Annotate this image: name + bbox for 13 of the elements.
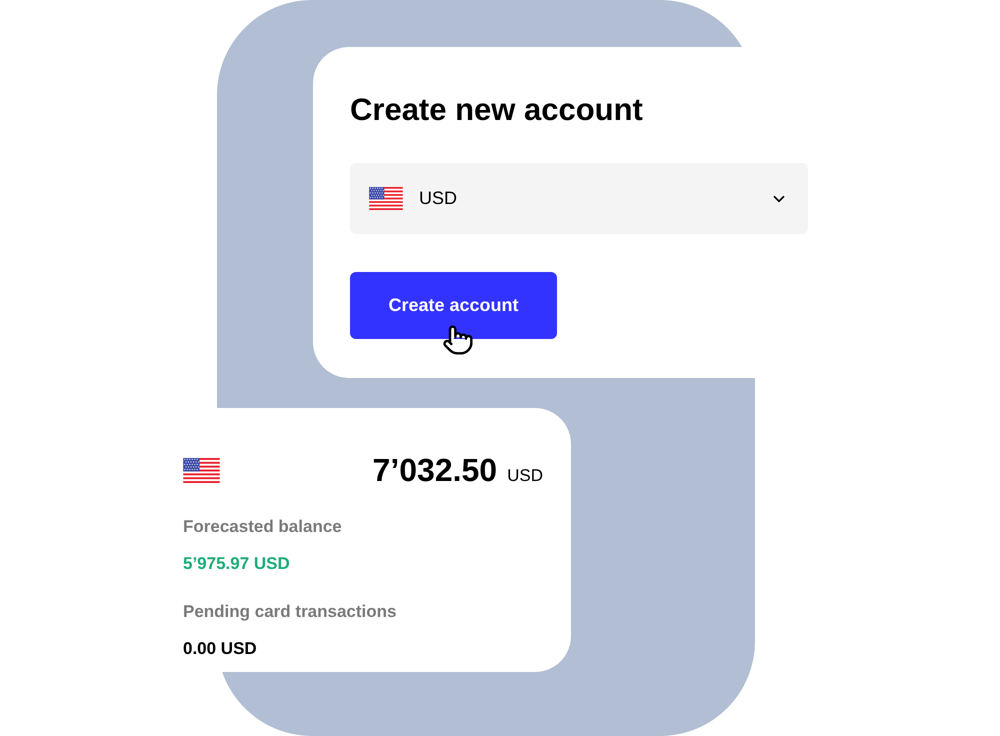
forecast-value: 5’975.97 USD <box>183 552 290 574</box>
currency-select[interactable]: USD <box>350 163 808 234</box>
pending-label: Pending card transactions <box>183 601 396 623</box>
card-title: Create new account <box>350 91 643 129</box>
forecast-label: Forecasted balance <box>183 516 342 538</box>
balance-amount: 7’032.50 <box>372 451 498 490</box>
flag-icon <box>183 458 220 482</box>
currency-value: USD <box>419 187 458 210</box>
hand-cursor-icon <box>442 324 474 356</box>
pending-value: 0.00 USD <box>183 638 257 660</box>
flag-icon <box>369 187 403 210</box>
create-account-button[interactable]: Create account <box>350 272 557 339</box>
balance-currency: USD <box>507 465 543 487</box>
